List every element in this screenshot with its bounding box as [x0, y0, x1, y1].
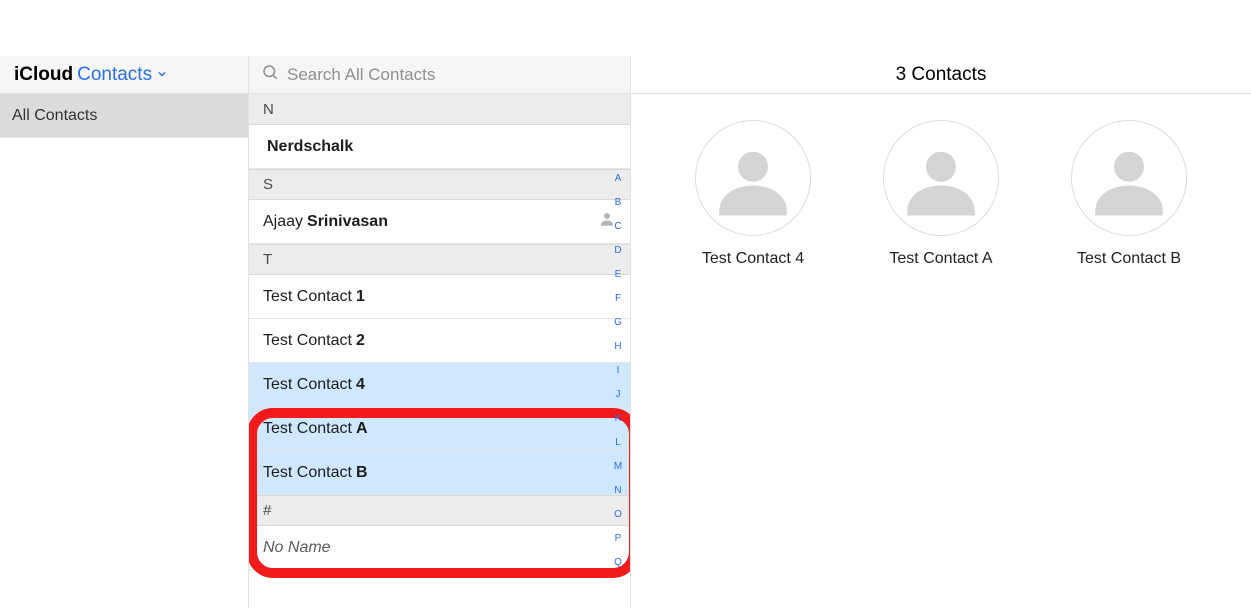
detail-pane: Test Contact 4 Test Contact A Test Conta… [631, 94, 1251, 608]
sidebar: All Contacts [0, 94, 249, 608]
contact-row[interactable]: Test ContactA [249, 407, 630, 451]
contact-row[interactable]: Test Contact4 [249, 363, 630, 407]
search-area [249, 56, 631, 93]
alpha-index-letter[interactable]: P [615, 534, 622, 544]
main-content: All Contacts N Nerdschalk S AjaaySriniva… [0, 94, 1251, 608]
avatar-placeholder-icon [695, 120, 811, 236]
contact-row[interactable]: Test ContactB [249, 451, 630, 495]
chevron-down-icon [156, 64, 168, 86]
alpha-index-rail[interactable]: A B C D E F G H I J K L M N O P Q [608, 94, 628, 608]
alpha-index-letter[interactable]: I [617, 366, 620, 376]
avatar-placeholder-icon [1071, 120, 1187, 236]
contact-card-name: Test Contact 4 [702, 250, 804, 268]
alpha-index-letter[interactable]: H [614, 342, 621, 352]
alpha-index-letter[interactable]: L [615, 438, 621, 448]
alpha-index-letter[interactable]: G [614, 318, 622, 328]
alpha-index-letter[interactable]: C [614, 222, 621, 232]
app-name: iCloud [14, 64, 73, 86]
section-header: T [249, 244, 630, 275]
alpha-index-letter[interactable]: F [615, 294, 621, 304]
section-name: Contacts [77, 64, 152, 86]
alpha-index-letter[interactable]: K [615, 414, 622, 424]
contact-row[interactable]: AjaaySrinivasan [249, 200, 630, 244]
contact-card[interactable]: Test Contact 4 [695, 120, 811, 268]
avatar-placeholder-icon [883, 120, 999, 236]
top-whitespace [0, 0, 1251, 56]
alpha-index-letter[interactable]: E [615, 270, 622, 280]
detail-title: 3 Contacts [631, 56, 1251, 93]
section-header: S [249, 169, 630, 200]
alpha-index-letter[interactable]: M [614, 462, 622, 472]
section-dropdown[interactable]: Contacts [77, 64, 168, 86]
contact-card-name: Test Contact B [1077, 250, 1181, 268]
alpha-index-letter[interactable]: A [615, 174, 622, 184]
contacts-list[interactable]: N Nerdschalk S AjaaySrinivasan T Test Co… [249, 94, 630, 608]
alpha-index-letter[interactable]: O [614, 510, 622, 520]
section-header: # [249, 495, 630, 526]
selected-contact-cards: Test Contact 4 Test Contact A Test Conta… [651, 120, 1231, 268]
search-input[interactable] [287, 65, 618, 85]
contacts-list-column: N Nerdschalk S AjaaySrinivasan T Test Co… [249, 94, 631, 608]
alpha-index-letter[interactable]: B [615, 198, 622, 208]
app-title-dropdown[interactable]: iCloud Contacts [0, 56, 249, 93]
alpha-index-letter[interactable]: Q [614, 558, 622, 568]
contact-card[interactable]: Test Contact A [883, 120, 999, 268]
contact-row[interactable]: Test Contact1 [249, 275, 630, 319]
sidebar-item-all-contacts[interactable]: All Contacts [0, 94, 248, 138]
contact-card[interactable]: Test Contact B [1071, 120, 1187, 268]
contact-card-name: Test Contact A [889, 250, 992, 268]
contact-row[interactable]: No Name [249, 526, 630, 570]
header-row: iCloud Contacts 3 Contacts [0, 56, 1251, 94]
search-icon [261, 63, 279, 86]
alpha-index-letter[interactable]: D [614, 246, 621, 256]
contact-row[interactable]: Nerdschalk [249, 125, 630, 169]
section-header: N [249, 94, 630, 125]
alpha-index-letter[interactable]: N [614, 486, 621, 496]
alpha-index-letter[interactable]: J [616, 390, 621, 400]
sidebar-item-label: All Contacts [12, 107, 97, 125]
contact-row[interactable]: Test Contact2 [249, 319, 630, 363]
